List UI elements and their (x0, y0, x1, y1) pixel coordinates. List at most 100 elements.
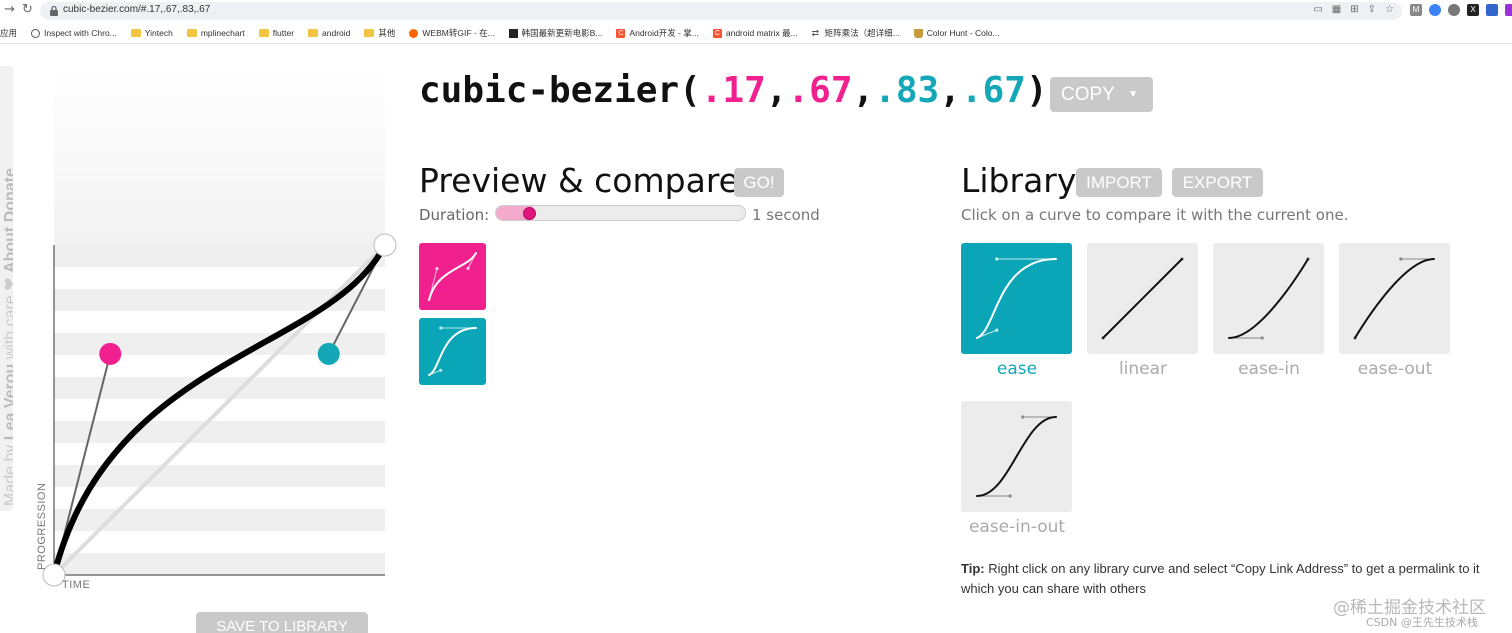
bookmark-label: 韩国最新更新电影B... (521, 28, 603, 38)
bookmark-item[interactable]: android (308, 28, 350, 38)
library-item-ease-in-out[interactable]: ease-in-out (961, 401, 1073, 537)
folder-icon (364, 29, 375, 37)
curve-thumbnail (428, 252, 477, 301)
bookmark-item[interactable]: 其他 (364, 27, 395, 39)
donate-link[interactable]: Donate (2, 168, 13, 222)
extension-gray-icon[interactable] (1448, 4, 1460, 16)
bookmark-item[interactable]: Candroid matrix 最... (712, 27, 798, 39)
thumb-point-2 (995, 257, 999, 261)
curve-editor[interactable]: PROGRESSION TIME SAVE TO LIBRARY (30, 66, 400, 633)
side-tab[interactable]: Made by Lea Verou with care ❤ About Dona… (0, 66, 13, 511)
bookmark-item[interactable]: mplinechart (186, 28, 245, 38)
library-thumbnail[interactable] (1213, 243, 1324, 354)
library-heading: Library (961, 161, 1077, 200)
extension-blue-icon[interactable] (1429, 4, 1441, 16)
cup-icon (913, 28, 923, 38)
bookmarks-bar: 应用 Inspect with Chro... Yintech mplinechart… (0, 25, 1014, 41)
library-item-ease-out[interactable]: ease-out (1339, 243, 1451, 379)
curve-thumbnail (1101, 257, 1184, 340)
preview-current-curve[interactable] (419, 243, 486, 310)
p2-x-value[interactable]: .83 (874, 70, 939, 111)
globe-icon (31, 28, 41, 38)
library-thumbnail[interactable] (1087, 243, 1198, 354)
copy-button[interactable]: COPY ▼ (1050, 77, 1153, 112)
library-thumbnail[interactable] (961, 401, 1072, 512)
grid-stripe (54, 245, 385, 267)
duration-slider[interactable] (495, 205, 746, 221)
folder-icon (186, 29, 197, 37)
mail-icon[interactable]: M (1410, 4, 1422, 16)
bookmark-item[interactable]: flutter (258, 28, 295, 38)
library-item-ease-in[interactable]: ease-in (1213, 243, 1325, 379)
library-item-label: linear (1118, 359, 1168, 379)
thumb-point-1 (1260, 336, 1264, 340)
library-thumbnail[interactable] (1339, 243, 1450, 354)
preview-compare-curve[interactable] (419, 318, 486, 385)
p1-x-value[interactable]: .17 (701, 70, 766, 111)
bookmark-item[interactable]: Color Hunt - Colo... (913, 28, 1000, 38)
thumb-curve (976, 258, 1057, 339)
address-bar[interactable]: cubic-bezier.com/#.17,.67,.83,.67 ▭ ▦ ⊞ … (40, 2, 1402, 20)
curve-title: cubic-bezier(.17,.67,.83,.67) (419, 70, 1048, 111)
p1-y-value[interactable]: .67 (787, 70, 852, 111)
curve-svg[interactable] (30, 66, 400, 633)
go-button[interactable]: GO! (734, 168, 784, 197)
extension-x-icon[interactable]: X (1467, 4, 1479, 16)
translate-icon[interactable]: ⊞ (1350, 4, 1358, 15)
csdn-icon: C (616, 28, 626, 38)
bookmark-label: 矩阵乘法（超详细... (824, 28, 900, 38)
p2-y-value[interactable]: .67 (961, 70, 1026, 111)
duration-label: Duration: (419, 206, 490, 224)
library-item-label: ease-out (1357, 359, 1433, 379)
p1-control-point[interactable] (99, 342, 122, 365)
back-arrow-icon[interactable]: → (4, 2, 15, 17)
csdn-icon: C (712, 28, 722, 38)
bookmark-label: Color Hunt - Colo... (926, 28, 1000, 38)
save-to-library-button[interactable]: SAVE TO LIBRARY (196, 612, 368, 633)
library-thumbnail[interactable] (961, 243, 1072, 354)
shuffle-icon: ⇄ (811, 27, 820, 38)
thumb-point-1 (435, 266, 439, 271)
library-item-linear[interactable]: linear (1087, 243, 1199, 379)
extension-grid-icon[interactable] (1486, 4, 1498, 16)
export-button[interactable]: EXPORT (1172, 168, 1263, 197)
bookmark-item[interactable]: WEBM转GIF - 在... (409, 27, 495, 39)
bookmark-item[interactable]: 应用 (0, 27, 17, 39)
extension-purple-icon[interactable] (1505, 4, 1512, 16)
p2-control-point[interactable] (317, 342, 340, 365)
star-icon[interactable]: ☆ (1385, 4, 1394, 15)
bookmark-item[interactable]: C Android开发 - 掌... (616, 27, 699, 39)
reload-icon[interactable]: ↻ (22, 2, 33, 17)
thumb-point-2 (1021, 415, 1025, 419)
bookmark-label: flutter (272, 28, 295, 38)
preview-heading: Preview & compare (419, 161, 739, 200)
url-text: cubic-bezier.com/#.17,.67,.83,.67 (63, 4, 211, 15)
library-item-label: ease-in-out (968, 517, 1066, 537)
thumb-point-1 (1008, 494, 1012, 498)
extensions: M X (1410, 4, 1512, 16)
curve-thumbnail (976, 257, 1057, 339)
duration-slider-handle[interactable] (523, 207, 536, 220)
thumb-point-1 (995, 328, 999, 332)
curve-thumbnail (1353, 257, 1435, 340)
share-icon[interactable]: ⇪ (1368, 4, 1376, 15)
thumb-curve (1354, 258, 1435, 339)
import-button[interactable]: IMPORT (1076, 168, 1162, 197)
thumb-point-2 (1399, 257, 1403, 261)
bookmark-item[interactable]: Yintech (130, 28, 173, 38)
lock-icon (50, 5, 58, 16)
bookmark-label: WEBM转GIF - 在... (422, 28, 495, 38)
duration-value: 1 second (752, 206, 820, 224)
qr-icon[interactable]: ▦ (1332, 4, 1341, 15)
bookmark-item[interactable]: ⇄ 矩阵乘法（超详细... (812, 27, 900, 39)
thumb-point-2 (466, 266, 470, 271)
cast-icon[interactable]: ▭ (1313, 4, 1322, 15)
bookmark-item[interactable]: 韩国最新更新电影B... (508, 27, 603, 39)
thumb-curve (428, 327, 477, 376)
about-link[interactable]: About (2, 227, 13, 273)
author-link[interactable]: Lea Verou (2, 364, 13, 440)
bookmark-label: android (322, 28, 351, 38)
library-item-ease[interactable]: ease (961, 243, 1073, 379)
canvas-top-area (54, 66, 385, 245)
bookmark-item[interactable]: Inspect with Chro... (31, 28, 117, 38)
